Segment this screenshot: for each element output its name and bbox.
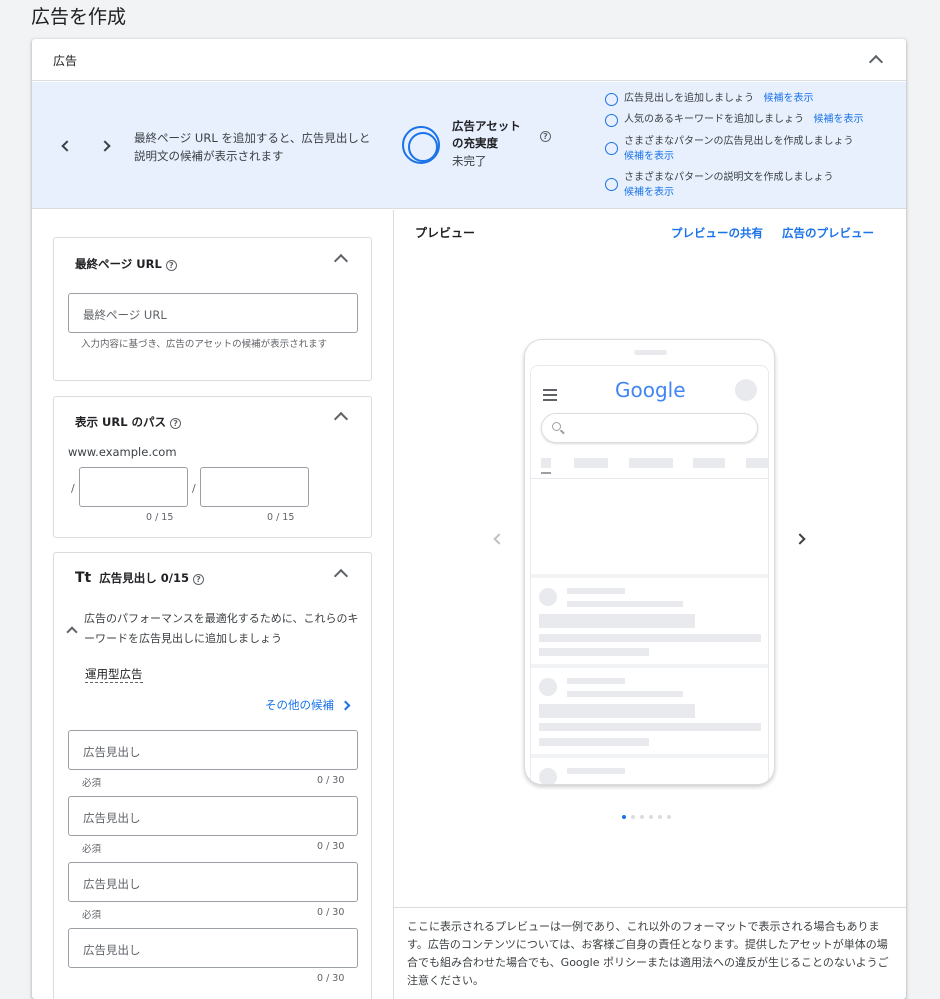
headline-input[interactable]: 広告見出し bbox=[68, 796, 358, 836]
carousel-dot[interactable] bbox=[640, 815, 644, 819]
collapse-display-path-icon[interactable] bbox=[333, 411, 349, 427]
final-url-title: 最終ページ URL ? bbox=[75, 256, 177, 272]
suggestion-circle-icon bbox=[605, 142, 618, 155]
menu-icon bbox=[543, 389, 557, 401]
keyword-prompt: 広告のパフォーマンスを最適化するために、これらのキーワードを広告見出しに追加しま… bbox=[84, 612, 359, 645]
headline-required: 必須 bbox=[82, 910, 102, 921]
keyword-chip[interactable]: 運用型広告 bbox=[85, 666, 143, 683]
ad-strength-help-icon[interactable]: ? bbox=[540, 131, 551, 142]
path-1-input[interactable] bbox=[79, 467, 188, 507]
ad-preview-link[interactable]: 広告のプレビュー bbox=[782, 225, 874, 241]
display-path-section: 表示 URL のパス ? www.example.com / / 0 / 15 … bbox=[53, 396, 372, 538]
display-path-title: 表示 URL のパス ? bbox=[75, 414, 182, 430]
collapse-card-icon[interactable] bbox=[868, 54, 884, 70]
banner-message: 最終ページ URL を追加すると、広告見出しと説明文の候補が表示されます bbox=[134, 131, 371, 163]
suggestion-circle-icon bbox=[605, 114, 618, 127]
headlines-section: Tt 広告見出し 0/15 ? 広告のパフォーマンスを最適化するために、これらの… bbox=[53, 552, 372, 999]
preview-disclaimer: ここに表示されるプレビューは一例であり、これ以外のフォーマットで表示される場合も… bbox=[407, 920, 889, 987]
create-ad-card: 広告 最終ページ URL を追加すると、広告見出しと説明文の候補が表示されます … bbox=[32, 39, 906, 999]
phone-speaker bbox=[634, 350, 667, 355]
final-url-input[interactable]: 最終ページ URL bbox=[68, 293, 358, 333]
carousel-dot[interactable] bbox=[649, 815, 653, 819]
preview-prev-icon[interactable] bbox=[493, 533, 505, 545]
carousel-dot[interactable] bbox=[658, 815, 662, 819]
carousel-dot[interactable] bbox=[667, 815, 671, 819]
banner-next-icon[interactable] bbox=[99, 140, 111, 152]
preview-title: プレビュー bbox=[415, 226, 476, 240]
final-url-help-icon[interactable]: ? bbox=[165, 260, 177, 271]
suggestion-link[interactable]: 候補を表示 bbox=[624, 187, 674, 198]
headline-counter: 0 / 30 bbox=[317, 841, 345, 852]
final-url-placeholder: 最終ページ URL bbox=[83, 308, 167, 322]
carousel-dot[interactable] bbox=[631, 815, 635, 819]
final-url-hint: 入力内容に基づき、広告のアセットの候補が表示されます bbox=[81, 339, 328, 350]
suggestion-link[interactable]: 候補を表示 bbox=[814, 114, 864, 125]
headline-counter: 0 / 30 bbox=[317, 907, 345, 918]
headlines-title: Tt 広告見出し 0/15 ? bbox=[75, 570, 204, 586]
headline-input[interactable]: 広告見出し bbox=[68, 928, 358, 968]
google-logo: Google bbox=[615, 378, 686, 402]
headline-required: 必須 bbox=[82, 778, 102, 789]
path-2-counter: 0 / 15 bbox=[267, 512, 295, 523]
headline-input[interactable]: 広告見出し bbox=[68, 730, 358, 770]
suggestion-link[interactable]: 候補を表示 bbox=[624, 151, 674, 162]
page-title: 広告を作成 bbox=[31, 6, 127, 28]
collapse-headlines-icon[interactable] bbox=[333, 568, 349, 584]
preview-next-icon[interactable] bbox=[794, 533, 806, 545]
search-box bbox=[541, 413, 758, 443]
carousel-dot[interactable] bbox=[622, 815, 626, 819]
phone-screen: Google bbox=[530, 365, 769, 784]
headlines-help-icon[interactable]: ? bbox=[193, 574, 204, 585]
path-2-input[interactable] bbox=[200, 467, 309, 507]
display-path-domain: www.example.com bbox=[68, 445, 177, 459]
display-path-help-icon[interactable]: ? bbox=[170, 418, 182, 429]
card-header-label: 広告 bbox=[53, 54, 78, 68]
banner-prev-icon[interactable] bbox=[61, 140, 73, 152]
headline-counter: 0 / 30 bbox=[317, 775, 345, 786]
suggestion-text: さまざまなパターンの広告見出しを作成しましょう bbox=[624, 136, 854, 147]
phone-mockup: Google bbox=[524, 339, 775, 785]
headline-counter: 0 / 30 bbox=[317, 973, 345, 984]
headline-required: 必須 bbox=[82, 844, 102, 855]
suggestion-link[interactable]: 候補を表示 bbox=[764, 93, 814, 104]
collapse-keyword-prompt-icon[interactable] bbox=[66, 626, 78, 638]
share-preview-link[interactable]: プレビューの共有 bbox=[671, 225, 763, 241]
preview-footer-divider bbox=[394, 907, 906, 908]
suggestion-text: 広告見出しを追加しましょう bbox=[624, 93, 754, 104]
column-divider bbox=[393, 210, 394, 999]
ad-strength-ring-icon bbox=[402, 126, 440, 164]
avatar bbox=[735, 379, 757, 401]
collapse-final-url-icon[interactable] bbox=[333, 253, 349, 269]
more-suggestions-link[interactable]: その他の候補 bbox=[265, 697, 351, 713]
card-header[interactable]: 広告 bbox=[32, 39, 906, 81]
final-url-section: 最終ページ URL ? 最終ページ URL 入力内容に基づき、広告のアセットの候… bbox=[53, 237, 372, 381]
path-separator: / bbox=[71, 482, 75, 495]
path-1-counter: 0 / 15 bbox=[146, 512, 174, 523]
suggestion-text: 人気のあるキーワードを追加しましょう bbox=[624, 114, 804, 125]
ad-strength-title: 広告アセットの充実度 bbox=[452, 119, 521, 150]
chevron-right-icon bbox=[340, 700, 351, 711]
ad-strength-status: 未完了 bbox=[452, 154, 487, 168]
tt-icon: Tt bbox=[75, 570, 92, 586]
suggestion-circle-icon bbox=[605, 93, 618, 106]
path-separator: / bbox=[192, 482, 196, 495]
suggestion-circle-icon bbox=[605, 178, 618, 191]
headline-input[interactable]: 広告見出し bbox=[68, 862, 358, 902]
suggestion-text: さまざまなパターンの説明文を作成しましょう bbox=[624, 172, 834, 183]
ad-strength-banner: 最終ページ URL を追加すると、広告見出しと説明文の候補が表示されます 広告ア… bbox=[32, 82, 906, 209]
